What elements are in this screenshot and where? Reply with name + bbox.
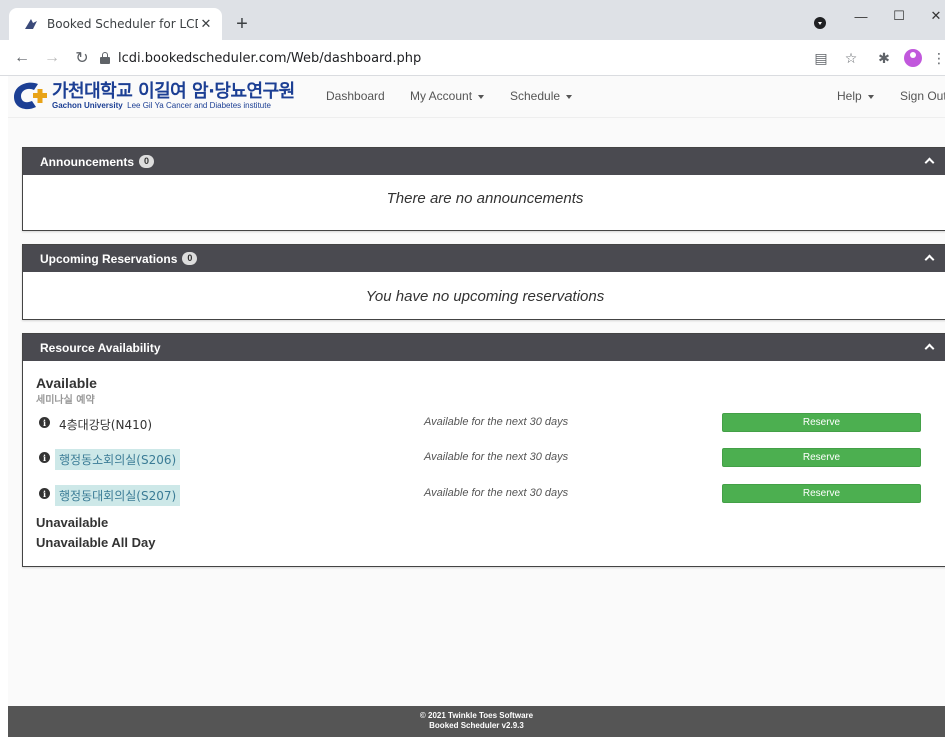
logo-korean-text: 가천대학교 이길여 암·당뇨연구원	[52, 80, 295, 102]
resource-name[interactable]: 행정동소회의실(S206)	[55, 449, 181, 470]
tab-title: Booked Scheduler for LCDI - My	[47, 17, 198, 31]
resource-name[interactable]: 4층대강당(N410)	[55, 414, 156, 435]
page: 가천대학교 이길여 암·당뇨연구원 Gachon University Lee …	[8, 76, 945, 737]
announcements-header: Announcements 0	[23, 148, 945, 175]
lock-icon[interactable]	[100, 52, 110, 64]
announcements-empty: There are no announcements	[386, 190, 584, 207]
resource-availability-text: Available for the next 30 days	[424, 487, 569, 499]
panel-title: Resource Availability	[40, 340, 161, 355]
new-tab-icon[interactable]: +	[230, 12, 254, 36]
maximize-icon[interactable]: ☐	[881, 0, 917, 32]
chevron-down-icon	[867, 94, 874, 99]
close-tab-icon[interactable]: ✕	[198, 16, 214, 32]
chevron-down-icon	[478, 94, 485, 99]
collapse-chevron-up-icon[interactable]	[925, 156, 935, 166]
back-icon[interactable]: ←	[12, 48, 32, 68]
site-logo[interactable]: 가천대학교 이길여 암·당뇨연구원 Gachon University Lee …	[12, 80, 295, 112]
browser-toolbar: ← → ↻ lcdi.bookedscheduler.com/Web/dashb…	[0, 40, 945, 76]
panel-title: Upcoming Reservations	[40, 251, 178, 266]
unavailable-all-day-heading: Unavailable All Day	[36, 535, 156, 550]
announcements-panel: Announcements 0 There are no announcemen…	[22, 147, 945, 231]
resource-name[interactable]: 행정동대회의실(S207)	[55, 485, 181, 506]
collapse-chevron-up-icon[interactable]	[925, 253, 935, 263]
footer: © 2021 Twinkle Toes Software Booked Sche…	[8, 706, 945, 737]
chevron-down-icon	[566, 94, 573, 99]
unavailable-heading: Unavailable	[36, 515, 109, 530]
extensions-puzzle-icon[interactable]: ✱	[875, 49, 893, 67]
schedule-group-name: 세미나실 예약	[36, 395, 95, 406]
nav-help[interactable]: Help	[837, 89, 874, 103]
reserve-button[interactable]: Reserve	[722, 484, 921, 503]
info-icon[interactable]: i	[39, 488, 50, 499]
available-heading: Available	[36, 375, 97, 391]
browser-tab-strip: Booked Scheduler for LCDI - My ✕ + — ☐ ✕	[0, 0, 945, 40]
logo-english-text: Gachon University Lee Gil Ya Cancer and …	[52, 100, 271, 110]
panel-title: Announcements	[40, 154, 135, 169]
nav-my-account[interactable]: My Account	[410, 89, 485, 103]
profile-avatar[interactable]	[904, 49, 922, 67]
forward-icon[interactable]: →	[42, 48, 62, 68]
booked-favicon-icon	[23, 16, 39, 32]
resource-availability-header: Resource Availability	[23, 334, 945, 361]
minimize-icon[interactable]: —	[843, 0, 879, 32]
info-icon[interactable]: i	[39, 417, 50, 428]
footer-version: Booked Scheduler v2.9.3	[429, 721, 524, 730]
footer-copyright: © 2021 Twinkle Toes Software	[419, 711, 534, 720]
menu-dots-icon[interactable]: ⋮	[930, 49, 945, 67]
bookmark-star-icon[interactable]: ☆	[842, 49, 860, 67]
translate-icon[interactable]: ▤	[812, 49, 830, 67]
top-navigation: 가천대학교 이길여 암·당뇨연구원 Gachon University Lee …	[8, 76, 945, 118]
reserve-button[interactable]: Reserve	[722, 448, 921, 467]
nav-dashboard[interactable]: Dashboard	[326, 89, 385, 103]
url-text: lcdi.bookedscheduler.com/Web/dashboard.p…	[118, 50, 422, 66]
collapse-chevron-up-icon[interactable]	[925, 342, 935, 352]
info-icon[interactable]: i	[39, 452, 50, 463]
resource-row: i 행정동소회의실(S206) Available for the next 3…	[23, 447, 945, 470]
reserve-button[interactable]: Reserve	[722, 413, 921, 432]
nav-schedule[interactable]: Schedule	[510, 89, 573, 103]
nav-sign-out[interactable]: Sign Out	[900, 89, 945, 103]
window-left-edge	[0, 76, 8, 737]
resource-availability-panel: Resource Availability Available 세미나실 예약 …	[22, 333, 945, 567]
resource-availability-text: Available for the next 30 days	[424, 416, 569, 428]
window-close-icon[interactable]: ✕	[918, 0, 945, 32]
count-badge: 0	[182, 252, 198, 265]
browser-tab[interactable]: Booked Scheduler for LCDI - My ✕	[9, 8, 222, 40]
resource-availability-text: Available for the next 30 days	[424, 451, 569, 463]
gachon-logo-icon	[14, 82, 47, 110]
upcoming-empty: You have no upcoming reservations	[365, 288, 605, 305]
resource-row: i 4층대강당(N410) Available for the next 30 …	[23, 412, 945, 434]
resource-row: i 행정동대회의실(S207) Available for the next 3…	[23, 483, 945, 506]
upcoming-reservations-panel: Upcoming Reservations 0 You have no upco…	[22, 244, 945, 320]
upcoming-reservations-header: Upcoming Reservations 0	[23, 245, 945, 272]
count-badge: 0	[139, 155, 155, 168]
media-control-icon[interactable]	[814, 17, 826, 29]
address-bar[interactable]: lcdi.bookedscheduler.com/Web/dashboard.p…	[100, 45, 800, 71]
reload-icon[interactable]: ↻	[72, 48, 92, 68]
